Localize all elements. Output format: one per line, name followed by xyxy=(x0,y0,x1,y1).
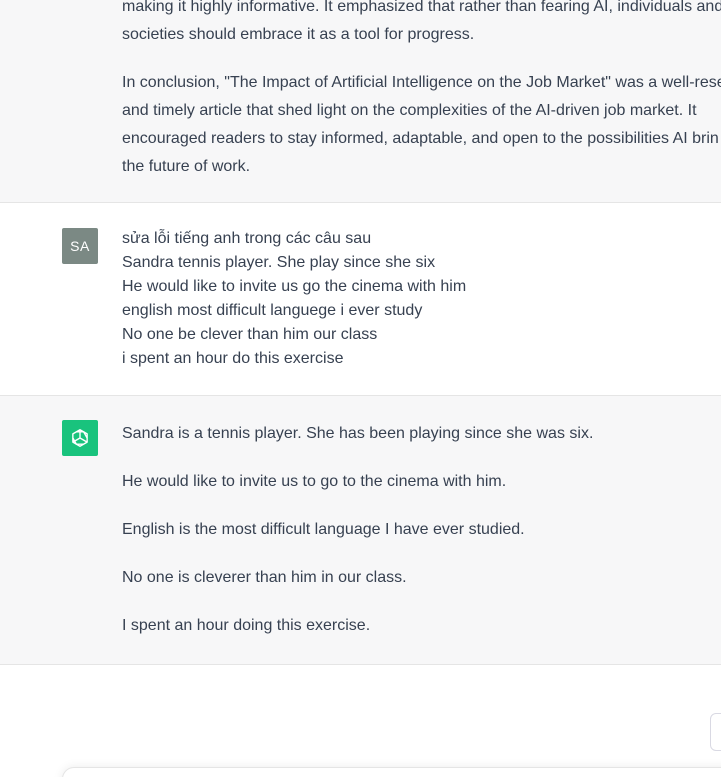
paragraph: making it highly informative. It emphasi… xyxy=(122,0,721,43)
paragraph: Sandra is a tennis player. She has been … xyxy=(122,425,594,442)
paragraph: In conclusion, "The Impact of Artificial… xyxy=(122,74,721,175)
assistant-avatar xyxy=(62,420,98,456)
message-content: making it highly informative. It emphasi… xyxy=(122,0,721,181)
message-line: Sandra tennis player. She play since she… xyxy=(122,254,436,271)
paragraph: English is the most difficult language I… xyxy=(122,521,525,538)
assistant-message-previous: making it highly informative. It emphasi… xyxy=(0,0,721,203)
assistant-message: Sandra is a tennis player. She has been … xyxy=(0,396,721,665)
user-message: SA sửa lỗi tiếng anh trong các câu sau S… xyxy=(0,203,721,396)
message-line: english most difficult languege i ever s… xyxy=(122,302,423,319)
paragraph: No one is cleverer than him in our class… xyxy=(122,569,407,586)
openai-logo-icon xyxy=(72,429,88,447)
message-line: i spent an hour do this exercise xyxy=(122,350,344,367)
chat-thread: making it highly informative. It emphasi… xyxy=(0,0,721,777)
scroll-to-bottom-button[interactable] xyxy=(710,713,721,751)
paragraph: I spent an hour doing this exercise. xyxy=(122,617,371,634)
message-content: Sandra is a tennis player. She has been … xyxy=(122,420,593,640)
user-avatar: SA xyxy=(62,228,98,264)
message-content: sửa lỗi tiếng anh trong các câu sau Sand… xyxy=(122,227,466,371)
message-line: He would like to invite us go the cinema… xyxy=(122,278,467,295)
paragraph: He would like to invite us to go to the … xyxy=(122,473,507,490)
message-line: No one be clever than him our class xyxy=(122,326,378,343)
user-avatar-initials: SA xyxy=(70,238,90,254)
message-line: sửa lỗi tiếng anh trong các câu sau xyxy=(122,230,372,247)
message-composer[interactable] xyxy=(62,767,721,777)
